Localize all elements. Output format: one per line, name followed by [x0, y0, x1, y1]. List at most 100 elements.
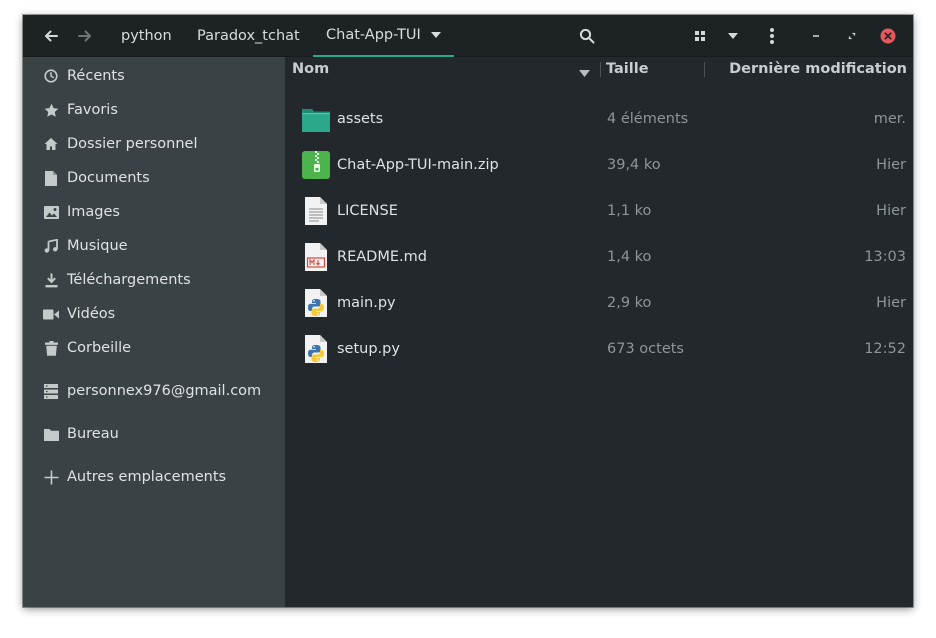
trash-icon	[43, 340, 59, 356]
chevron-down-icon	[430, 32, 441, 38]
plus-icon	[43, 469, 59, 485]
file-size: 1,4 ko	[607, 249, 652, 265]
file-name: setup.py	[337, 341, 400, 357]
column-header-name[interactable]: Nom	[292, 57, 329, 81]
maximize-button[interactable]	[836, 20, 868, 52]
column-header-size[interactable]: Taille	[606, 57, 649, 81]
star-icon	[43, 102, 59, 118]
view-options-button[interactable]	[717, 20, 749, 52]
clock-icon	[43, 68, 59, 84]
sidebar-item-favorites[interactable]: Favoris	[23, 93, 285, 127]
sidebar-item-label: Bureau	[67, 426, 119, 442]
sidebar-item-videos[interactable]: Vidéos	[23, 297, 285, 331]
python-file-icon	[302, 288, 330, 318]
file-modified: Hier	[876, 203, 906, 219]
sidebar-item-label: Documents	[67, 170, 150, 186]
breadcrumb-python[interactable]: python	[121, 15, 172, 57]
sidebar-item-label: Corbeille	[67, 340, 132, 356]
file-modified: 12:52	[864, 341, 906, 357]
file-modified: 13:03	[864, 249, 906, 265]
server-icon	[43, 383, 59, 399]
archive-icon	[302, 150, 330, 180]
sidebar-item-downloads[interactable]: Téléchargements	[23, 263, 285, 297]
sidebar-item-bureau[interactable]: Bureau	[23, 417, 285, 451]
file-size: 4 éléments	[607, 111, 689, 127]
sidebar-item-label: personnex976@gmail.com	[67, 383, 262, 399]
file-modified: mer.	[873, 111, 906, 127]
home-icon	[43, 136, 59, 152]
back-button[interactable]	[35, 20, 67, 52]
minimize-icon	[813, 35, 819, 37]
menu-button[interactable]	[756, 20, 788, 52]
sidebar-item-label: Téléchargements	[67, 272, 191, 288]
breadcrumb-paradox-tchat[interactable]: Paradox_tchat	[197, 15, 300, 57]
file-modified: Hier	[876, 157, 906, 173]
download-icon	[43, 272, 59, 288]
markdown-file-icon	[302, 242, 330, 272]
file-size: 1,1 ko	[607, 203, 652, 219]
file-row[interactable]: README.md 1,4 ko 13:03	[285, 234, 913, 280]
file-row[interactable]: LICENSE 1,1 ko Hier	[285, 188, 913, 234]
sidebar-item-recent[interactable]: Récents	[23, 59, 285, 93]
breadcrumb-label: Paradox_tchat	[197, 28, 300, 44]
sidebar-item-label: Dossier personnel	[67, 136, 198, 152]
sidebar-item-trash[interactable]: Corbeille	[23, 331, 285, 365]
file-name: LICENSE	[337, 203, 398, 219]
breadcrumb-chat-app-tui[interactable]: Chat-App-TUI	[313, 15, 454, 57]
view-grid-button[interactable]	[684, 20, 716, 52]
forward-button[interactable]	[69, 20, 101, 52]
file-name: README.md	[337, 249, 427, 265]
header-bar: python Paradox_tchat Chat-App-TUI	[23, 15, 913, 57]
file-size: 673 octets	[607, 341, 684, 357]
column-divider[interactable]	[704, 62, 705, 77]
arrow-right-icon	[78, 30, 91, 42]
search-button[interactable]	[571, 20, 603, 52]
column-header-label: Nom	[292, 61, 330, 77]
maximize-icon	[848, 32, 856, 40]
sidebar-item-label: Images	[67, 204, 120, 220]
arrow-left-icon	[45, 30, 58, 42]
file-size: 39,4 ko	[607, 157, 661, 173]
file-size: 2,9 ko	[607, 295, 652, 311]
text-file-icon	[302, 196, 330, 226]
column-header-modified[interactable]: Dernière modification	[729, 57, 907, 81]
music-icon	[43, 238, 59, 254]
video-icon	[43, 306, 59, 322]
file-list-view: Nom Taille Dernière modification assets …	[285, 57, 913, 607]
search-icon	[579, 28, 595, 44]
minimize-button[interactable]	[800, 20, 832, 52]
python-file-icon	[302, 334, 330, 364]
file-row[interactable]: Chat-App-TUI-main.zip 39,4 ko Hier	[285, 142, 913, 188]
sidebar-item-documents[interactable]: Documents	[23, 161, 285, 195]
folder-icon	[43, 426, 59, 442]
sidebar-item-music[interactable]: Musique	[23, 229, 285, 263]
file-name: assets	[337, 111, 384, 127]
sidebar-item-images[interactable]: Images	[23, 195, 285, 229]
sidebar-item-label: Vidéos	[67, 306, 116, 322]
sidebar-item-label: Favoris	[67, 102, 118, 118]
folder-icon	[302, 104, 330, 134]
sidebar-item-label: Musique	[67, 238, 128, 254]
file-modified: Hier	[876, 295, 906, 311]
column-divider[interactable]	[600, 62, 601, 77]
file-row[interactable]: main.py 2,9 ko Hier	[285, 280, 913, 326]
file-manager-window: python Paradox_tchat Chat-App-TUI Récent…	[23, 15, 913, 607]
sidebar-item-label: Récents	[67, 68, 125, 84]
sidebar-item-other-locations[interactable]: Autres emplacements	[23, 460, 285, 494]
image-icon	[43, 204, 59, 220]
sidebar-item-home[interactable]: Dossier personnel	[23, 127, 285, 161]
column-header-label: Dernière modification	[729, 61, 907, 77]
close-button[interactable]	[872, 20, 904, 52]
file-name: Chat-App-TUI-main.zip	[337, 157, 499, 173]
file-row[interactable]: setup.py 673 octets 12:52	[285, 326, 913, 372]
file-row[interactable]: assets 4 éléments mer.	[285, 96, 913, 142]
close-icon	[880, 28, 896, 44]
breadcrumb-label: python	[121, 28, 172, 44]
grid-icon	[695, 31, 705, 41]
document-icon	[43, 170, 59, 186]
places-sidebar: Récents Favoris Dossier personnel Docume…	[23, 57, 285, 607]
sidebar-item-online-account[interactable]: personnex976@gmail.com	[23, 374, 285, 408]
breadcrumb-label: Chat-App-TUI	[326, 27, 421, 43]
sort-descending-icon[interactable]	[579, 65, 590, 81]
column-header-label: Taille	[606, 61, 649, 77]
